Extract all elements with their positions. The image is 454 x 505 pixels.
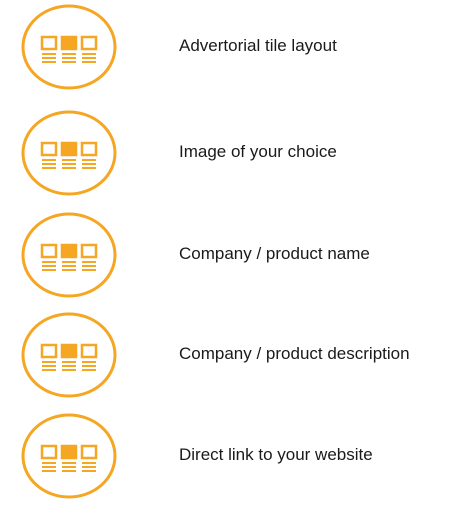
feature-label-description: Company / product description	[179, 344, 410, 363]
feature-label-name: Company / product name	[179, 244, 370, 263]
feature-item-link: Direct link to your website	[0, 409, 454, 505]
feature-list: Advertorial tile layout Image of your ch…	[0, 0, 454, 504]
feature-label-link: Direct link to your website	[179, 445, 373, 464]
feature-item-tile-layout: Advertorial tile layout	[0, 0, 454, 96]
feature-item-description: Company / product description	[0, 308, 454, 404]
tile-layout-icon	[20, 211, 118, 299]
feature-item-name: Company / product name	[0, 208, 454, 304]
tile-layout-icon	[20, 3, 118, 91]
feature-label-tile-layout: Advertorial tile layout	[179, 36, 337, 55]
tile-layout-icon	[20, 109, 118, 197]
feature-item-image: Image of your choice	[0, 106, 454, 202]
feature-label-image: Image of your choice	[179, 142, 337, 161]
tile-layout-icon	[20, 412, 118, 500]
tile-layout-icon	[20, 311, 118, 399]
